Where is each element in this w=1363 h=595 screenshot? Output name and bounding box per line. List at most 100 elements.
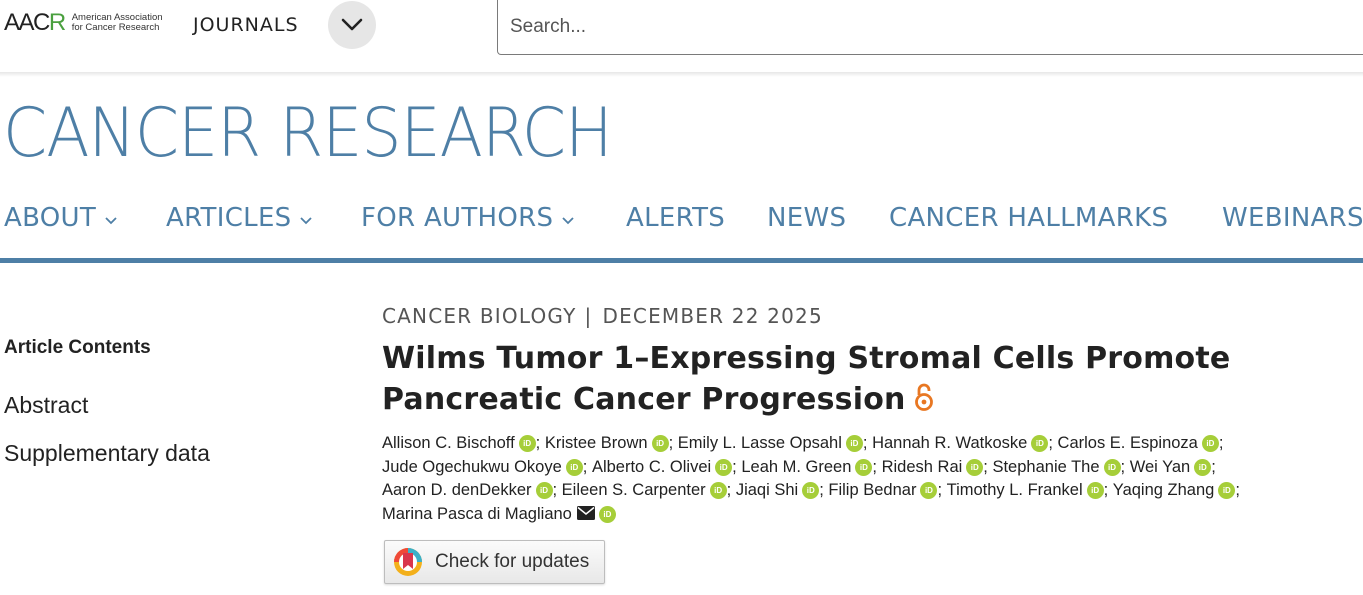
aacr-logo-text: American Association for Cancer Research xyxy=(72,13,163,33)
chevron-down-icon xyxy=(562,217,574,225)
author-name[interactable]: Jiaqi Shi xyxy=(736,481,798,499)
author-name[interactable]: Leah M. Green xyxy=(741,458,851,476)
author-name[interactable]: Wei Yan xyxy=(1130,458,1191,476)
orcid-icon[interactable]: iD xyxy=(565,458,583,476)
author-list: Allison C. Bischoff iD; Kristee Brown iD; … xyxy=(382,432,1342,526)
author: Filip Bednar iD; xyxy=(828,481,947,499)
nav-label: NEWS xyxy=(767,203,847,233)
orcid-icon[interactable]: iD xyxy=(1201,435,1219,452)
nav-webinars[interactable]: WEBINARS xyxy=(1222,203,1363,233)
author-name[interactable]: Filip Bednar xyxy=(828,481,916,499)
crossmark-icon xyxy=(394,548,422,576)
nav-label: ABOUT xyxy=(4,203,97,233)
author: Allison C. Bischoff iD; xyxy=(382,434,545,452)
nav-label: ALERTS xyxy=(626,203,726,233)
author: Hannah R. Watkoske iD; xyxy=(872,434,1058,452)
nav-label: WEBINARS xyxy=(1222,203,1363,233)
author-name[interactable]: Timothy L. Frankel xyxy=(947,481,1083,499)
author: Carlos E. Espinoza iD; xyxy=(1057,434,1224,452)
author-name[interactable]: Carlos E. Espinoza xyxy=(1058,434,1198,452)
nav-cancer-hallmarks[interactable]: CANCER HALLMARKS xyxy=(889,203,1168,233)
chevron-down-icon xyxy=(300,217,313,225)
author-name[interactable]: Jude Ogechukwu Okoye xyxy=(382,458,562,476)
orcid-icon[interactable]: iD xyxy=(535,482,553,499)
chevron-down-icon xyxy=(341,18,363,31)
author-name[interactable]: Eileen S. Carpenter xyxy=(562,481,706,499)
author-name[interactable]: Alberto C. Olivei xyxy=(592,458,711,476)
meta-separator: | xyxy=(584,304,593,328)
main-nav: ABOUT ARTICLES FOR AUTHORS ALERTS NEWS C… xyxy=(0,203,1363,243)
author: Stephanie The iD; xyxy=(992,457,1130,476)
author-name[interactable]: Emily L. Lasse Opsahl xyxy=(678,434,842,452)
author-name[interactable]: Marina Pasca di Magliano xyxy=(382,505,572,523)
mail-icon[interactable] xyxy=(576,505,595,520)
author: Alberto C. Olivei iD; xyxy=(591,457,742,476)
orcid-icon[interactable]: iD xyxy=(966,458,984,476)
article-category[interactable]: CANCER BIOLOGY xyxy=(382,304,577,328)
author: Wei Yan iD; xyxy=(1129,457,1216,476)
author-name[interactable]: Kristee Brown xyxy=(545,434,648,452)
orcid-icon[interactable]: iD xyxy=(855,458,873,476)
orcid-icon[interactable]: iD xyxy=(1103,458,1121,476)
nav-label: CANCER HALLMARKS xyxy=(889,203,1169,233)
nav-news[interactable]: NEWS xyxy=(767,203,846,233)
logo-line-2: for Cancer Research xyxy=(71,22,160,33)
orcid-icon[interactable]: iD xyxy=(518,435,536,452)
orcid-icon[interactable]: iD xyxy=(1194,458,1212,476)
orcid-icon[interactable]: iD xyxy=(802,482,820,499)
nav-alerts[interactable]: ALERTS xyxy=(626,203,725,233)
orcid-icon[interactable]: iD xyxy=(598,505,616,523)
author: Jiaqi Shi iD; xyxy=(735,481,829,499)
nav-label: ARTICLES xyxy=(166,203,292,233)
check-for-updates-label: Check for updates xyxy=(435,551,590,572)
author-name[interactable]: Hannah R. Watkoske xyxy=(872,434,1027,452)
author: Kristee Brown iD; xyxy=(544,434,678,452)
orcid-icon[interactable]: iD xyxy=(1218,482,1236,499)
search-input[interactable] xyxy=(498,0,1363,54)
author: Aaron D. denDekker iD; xyxy=(382,481,562,499)
orcid-icon[interactable]: iD xyxy=(1031,435,1049,452)
chevron-down-icon xyxy=(105,217,117,225)
article-date: DECEMBER 22 2025 xyxy=(602,304,823,328)
orcid-icon[interactable]: iD xyxy=(715,458,733,476)
nav-divider xyxy=(0,258,1363,263)
journals-label[interactable]: JOURNALS xyxy=(193,14,299,36)
author-name[interactable]: Allison C. Bischoff xyxy=(382,434,515,452)
journals-dropdown-button[interactable] xyxy=(328,1,376,49)
author: Emily L. Lasse Opsahl iD; xyxy=(677,434,873,452)
author: Timothy L. Frankel iD; xyxy=(946,481,1113,499)
journal-title[interactable]: CANCER RESEARCH xyxy=(3,94,613,173)
orcid-icon[interactable]: iD xyxy=(1086,482,1104,499)
sidebar-link-supplementary-data[interactable]: Supplementary data xyxy=(4,440,210,467)
author-name[interactable]: Yaqing Zhang xyxy=(1113,481,1215,499)
author: Ridesh Rai iD; xyxy=(881,457,993,476)
author: Eileen S. Carpenter iD; xyxy=(561,481,736,499)
article-contents-heading: Article Contents xyxy=(4,337,151,358)
article-meta: CANCER BIOLOGY | DECEMBER 22 2025 xyxy=(382,304,823,328)
orcid-icon[interactable]: iD xyxy=(651,435,669,452)
orcid-icon[interactable]: iD xyxy=(920,482,938,499)
author-name[interactable]: Aaron D. denDekker xyxy=(382,481,532,499)
author: Leah M. Green iD; xyxy=(741,457,882,476)
author-name[interactable]: Ridesh Rai xyxy=(882,458,963,476)
top-bar-shadow xyxy=(0,72,1363,77)
check-for-updates-button[interactable]: Check for updates xyxy=(384,540,605,584)
article-title: Wilms Tumor 1–Expressing Stromal Cells P… xyxy=(382,338,1282,420)
orcid-icon[interactable]: iD xyxy=(709,482,727,499)
aacr-logo-mark: AACR xyxy=(4,9,66,36)
author: Marina Pasca di Magliano iD xyxy=(382,505,616,523)
search-box xyxy=(497,0,1363,55)
nav-for-authors[interactable]: FOR AUTHORS xyxy=(361,203,575,233)
open-lock-icon xyxy=(914,383,933,411)
nav-label: FOR AUTHORS xyxy=(361,203,554,233)
top-bar: AACR American Association for Cancer Res… xyxy=(0,0,1363,72)
article-title-text: Wilms Tumor 1–Expressing Stromal Cells P… xyxy=(382,341,1231,417)
author: Yaqing Zhang iD; xyxy=(1112,481,1240,499)
author: Jude Ogechukwu Okoye iD; xyxy=(382,457,592,476)
nav-articles[interactable]: ARTICLES xyxy=(166,203,313,233)
nav-about[interactable]: ABOUT xyxy=(4,203,118,233)
sidebar-link-abstract[interactable]: Abstract xyxy=(4,392,88,419)
aacr-logo[interactable]: AACR American Association for Cancer Res… xyxy=(4,8,163,38)
author-name[interactable]: Stephanie The xyxy=(992,458,1099,476)
orcid-icon[interactable]: iD xyxy=(845,435,863,452)
